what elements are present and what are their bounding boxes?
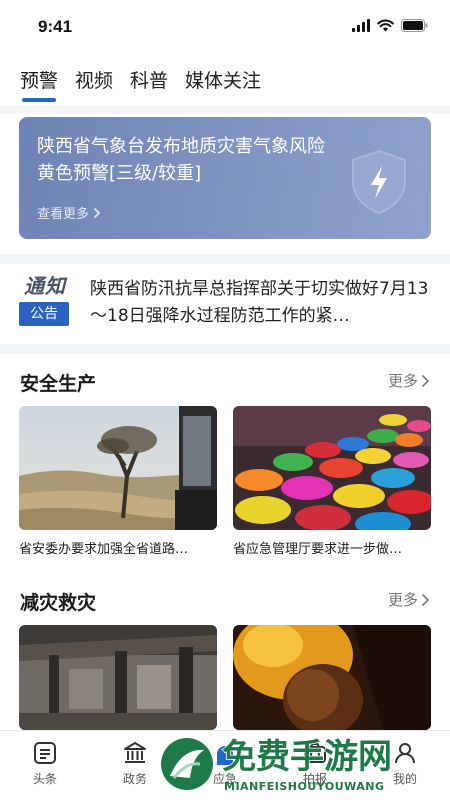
tab-label: 科普 xyxy=(130,70,169,92)
status-time: 9:41 xyxy=(38,17,73,36)
status-icons xyxy=(352,19,428,32)
tab-warning[interactable]: 预警 xyxy=(20,66,58,106)
news-card[interactable]: 省安委办要求加强全省道路… xyxy=(19,406,217,557)
chevron-right-icon xyxy=(421,374,430,387)
warning-alert-card[interactable]: 陕西省气象台发布地质灾害气象风险黄色预警[三级/较重] 查看更多 xyxy=(19,117,431,239)
news-icon xyxy=(34,742,56,764)
status-bar: 9:41 xyxy=(0,0,450,56)
tab-media[interactable]: 媒体关注 xyxy=(185,66,261,106)
section-divider xyxy=(0,254,450,264)
more-label: 更多 xyxy=(387,372,418,390)
battery-icon xyxy=(401,19,428,32)
watermark-subtitle: MIANFEISHOUYOUWANG xyxy=(224,780,385,793)
notice-badge: 公告 xyxy=(19,302,69,326)
government-icon xyxy=(124,742,146,763)
tab-science[interactable]: 科普 xyxy=(130,66,168,106)
alert-more-label: 查看更多 xyxy=(37,207,90,222)
wifi-icon xyxy=(377,19,394,32)
news-card[interactable] xyxy=(233,625,431,730)
shield-lightning-icon xyxy=(352,149,406,215)
news-card[interactable]: 省应急管理厅要求进一步做… xyxy=(233,406,431,557)
watermark-title: 免费手游网 xyxy=(222,737,392,777)
news-card[interactable] xyxy=(19,625,217,730)
news-caption: 省安委办要求加强全省道路… xyxy=(19,542,189,557)
active-tab-indicator xyxy=(22,98,56,102)
news-image-ruins xyxy=(19,625,217,730)
news-image-powder xyxy=(233,406,431,530)
section-divider xyxy=(0,344,450,354)
chevron-right-icon xyxy=(93,207,101,218)
disaster-more-link[interactable]: 更多 xyxy=(388,589,430,610)
tab-video[interactable]: 视频 xyxy=(75,66,113,106)
alert-more-link[interactable]: 查看更多 xyxy=(37,203,101,222)
section-title-safety: 安全生产 xyxy=(20,373,97,395)
nav-item-news[interactable]: 头条 xyxy=(0,731,90,800)
more-label: 更多 xyxy=(387,591,418,609)
notice-headline[interactable]: 陕西省防汛抗旱总指挥部关于切实做好7月13～18日强降水过程防范工作的紧… xyxy=(90,276,434,330)
tab-label: 媒体关注 xyxy=(185,70,262,92)
tabs-divider xyxy=(0,106,450,114)
notice-logo: 通知 公告 xyxy=(19,274,71,328)
watermark-logo: 免费手游网 MIANFEISHOUYOUWANG xyxy=(157,734,393,794)
safety-more-link[interactable]: 更多 xyxy=(388,370,430,391)
nav-label: 政务 xyxy=(122,772,147,786)
category-tabs: 预警 视频 科普 媒体关注 xyxy=(20,66,261,106)
notice-word: 通知 xyxy=(24,274,66,298)
news-image-road xyxy=(19,406,217,530)
section-title-disaster-relief: 减灾救灾 xyxy=(20,592,97,614)
news-caption: 省应急管理厅要求进一步做… xyxy=(233,542,403,557)
alert-text: 陕西省气象台发布地质灾害气象风险黄色预警[三级/较重] xyxy=(37,136,325,184)
tab-label: 视频 xyxy=(75,70,114,92)
nav-label: 头条 xyxy=(32,772,57,786)
chevron-right-icon xyxy=(421,593,430,606)
signal-icon xyxy=(352,19,370,32)
tab-label: 预警 xyxy=(20,70,59,92)
news-image-portrait xyxy=(233,625,431,730)
